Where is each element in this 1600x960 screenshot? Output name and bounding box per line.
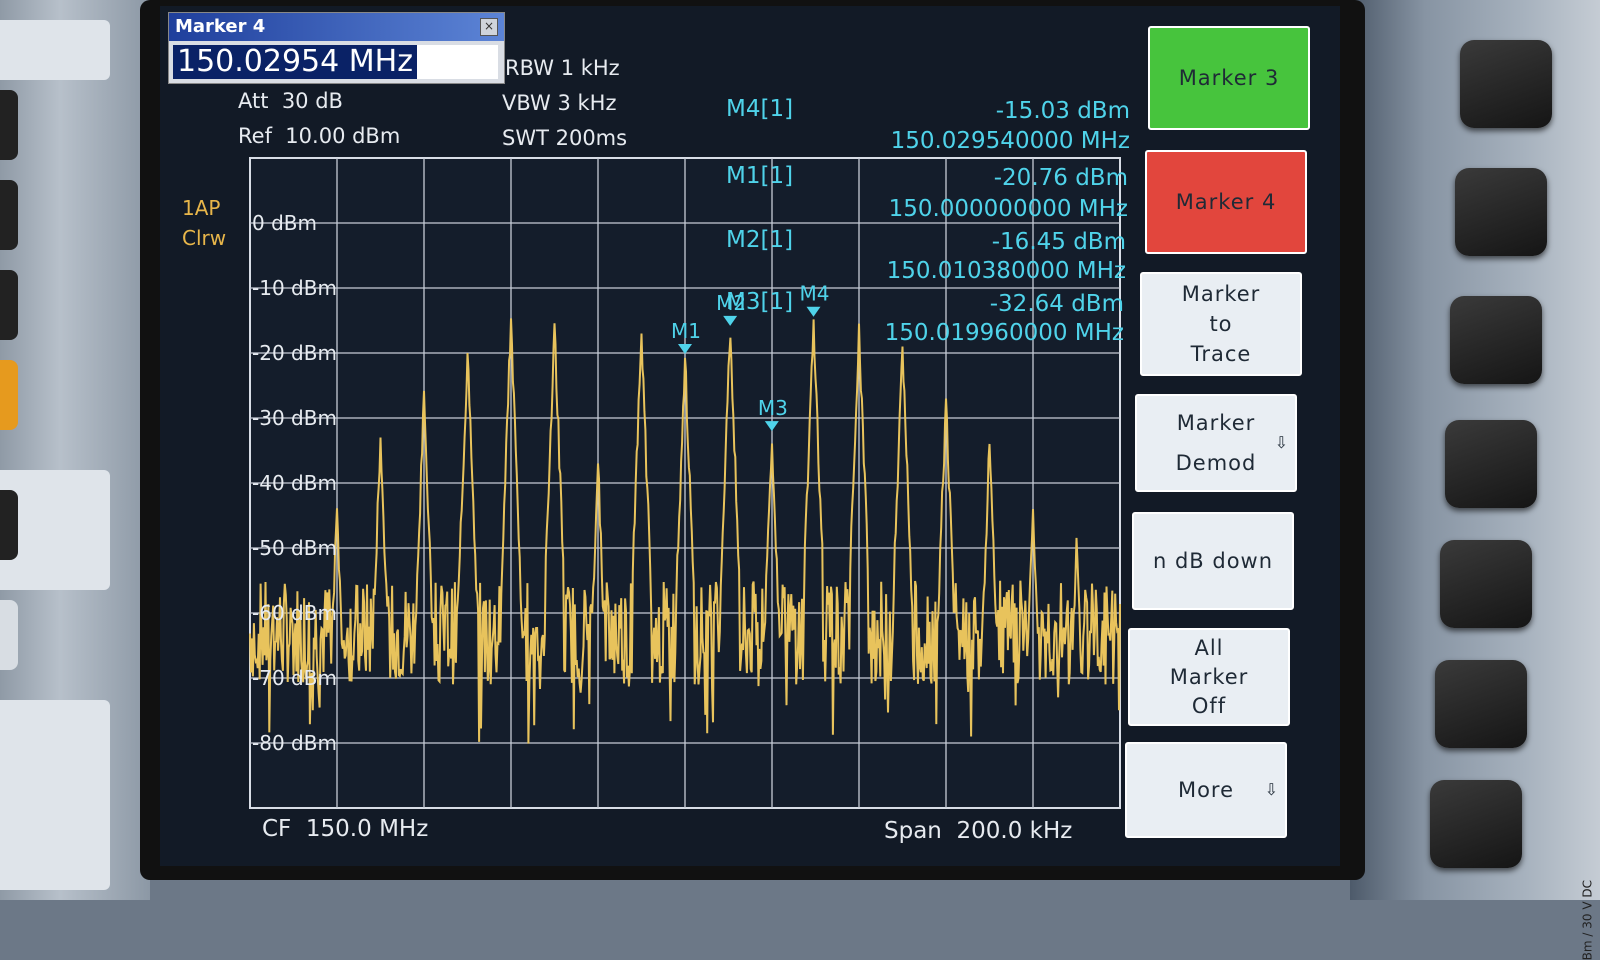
y-tick-label: -80 dBm — [252, 731, 337, 755]
marker-readout-name: M3[1] — [726, 289, 794, 315]
close-icon[interactable]: × — [480, 18, 498, 36]
submenu-arrow-icon: ⇩ — [1274, 433, 1289, 452]
center-frequency-readout: CF 150.0 MHz — [262, 816, 429, 842]
marker-label: M1 — [671, 319, 701, 343]
marker-entry-dialog: Marker 4 × 150.02954 MHz — [168, 12, 505, 84]
span-readout: Span 200.0 kHz — [884, 818, 1073, 844]
dialog-title: Marker 4 — [169, 13, 504, 41]
marker-readout-name: M4[1] — [726, 96, 794, 122]
rbw-readout: RBW 1 kHz — [505, 56, 620, 80]
trace-label: 1AP Clrw — [182, 193, 226, 253]
marker-label: M4 — [799, 282, 829, 306]
marker-readout-level: -15.03 dBm — [995, 98, 1130, 124]
y-tick-label: -30 dBm — [252, 406, 337, 430]
y-tick-label: -40 dBm — [252, 471, 337, 495]
y-tick-label: -10 dBm — [252, 276, 337, 300]
marker-readout-freq: 150.010380000 MHz — [886, 258, 1126, 284]
marker-frequency-value[interactable]: 150.02954 MHz — [173, 45, 417, 79]
marker-readout-level: -16.45 dBm — [991, 229, 1126, 255]
softkey-marker-3[interactable]: Marker 3 — [1148, 26, 1310, 130]
y-tick-labels: 0 dBm -10 dBm -20 dBm -30 dBm -40 dBm -50 dBm… — [252, 211, 337, 755]
softkey-label: Marker Demod — [1175, 411, 1257, 475]
softkey-label: More — [1177, 778, 1235, 802]
softkey-marker-to-trace[interactable]: Marker to Trace — [1140, 272, 1302, 376]
sweep-time-readout: SWT 200ms — [502, 126, 628, 150]
marker-readout-name: M2[1] — [726, 227, 794, 253]
softkey-n-db-down[interactable]: n dB down — [1132, 512, 1294, 610]
submenu-arrow-icon: ⇩ — [1264, 780, 1279, 799]
y-tick-label: -50 dBm — [252, 536, 337, 560]
softkey-label: Marker 3 — [1178, 66, 1280, 90]
softkey-label: All Marker Off — [1169, 635, 1249, 718]
attenuation-readout: Att 30 dB — [238, 89, 343, 113]
y-tick-label: 0 dBm — [252, 211, 317, 235]
marker-label: M3 — [758, 396, 788, 420]
softkey-label: Marker to Trace — [1181, 282, 1261, 366]
y-tick-label: -20 dBm — [252, 341, 337, 365]
reference-level-readout: Ref 10.00 dBm — [238, 124, 401, 148]
marker-readout-name: M1[1] — [726, 163, 794, 189]
trace-detector: 1AP — [182, 196, 221, 220]
marker-frequency-input[interactable]: 150.02954 MHz — [173, 45, 498, 79]
marker-readout-freq: 150.029540000 MHz — [890, 128, 1130, 154]
softkey-all-marker-off[interactable]: All Marker Off — [1128, 628, 1290, 726]
softkey-label: n dB down — [1152, 549, 1274, 573]
softkey-label: Marker 4 — [1175, 190, 1277, 214]
marker-readout-freq: 150.019960000 MHz — [884, 320, 1124, 346]
marker-readout-freq: 150.000000000 MHz — [888, 196, 1128, 222]
softkey-marker-demod[interactable]: Marker Demod ⇩ — [1135, 394, 1297, 492]
plot-grid — [249, 157, 1121, 809]
trace-mode: Clrw — [182, 226, 227, 250]
softkey-more[interactable]: More ⇩ — [1125, 742, 1287, 838]
y-tick-label: -70 dBm — [252, 666, 337, 690]
softkey-marker-4[interactable]: Marker 4 — [1145, 150, 1307, 254]
y-tick-label: -60 dBm — [252, 601, 337, 625]
vbw-readout: VBW 3 kHz — [502, 91, 617, 115]
marker-readout-level: -20.76 dBm — [993, 165, 1128, 191]
marker-readout-level: -32.64 dBm — [989, 291, 1124, 317]
